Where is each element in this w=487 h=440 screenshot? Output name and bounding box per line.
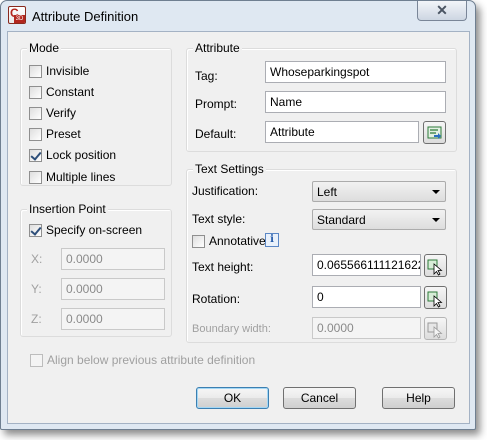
text-style-select[interactable]: Standard [312, 209, 446, 230]
pick-rotation-button[interactable] [424, 286, 447, 309]
close-icon: ✕ [436, 2, 448, 18]
info-icon[interactable]: i [265, 233, 279, 247]
attribute-group-title: Attribute [193, 41, 242, 55]
dialog-body: Mode Invisible Constant Verify Preset Lo… [7, 31, 470, 424]
lock-position-checkbox[interactable]: Lock position [29, 147, 116, 163]
pick-point-icon [427, 322, 443, 339]
tag-input[interactable]: Whoseparkingspot [265, 61, 446, 83]
text-settings-group: Text Settings Justification: Left Text s… [186, 162, 457, 343]
invisible-label: Invisible [46, 64, 90, 78]
cancel-button[interactable]: Cancel [283, 387, 356, 409]
constant-checkbox-box[interactable] [29, 85, 42, 99]
constant-checkbox[interactable]: Constant [29, 84, 94, 100]
multiple-lines-checkbox-box[interactable] [29, 170, 42, 184]
insertion-point-title: Insertion Point [27, 202, 108, 216]
align-below-checkbox[interactable]: Align below previous attribute definitio… [30, 352, 255, 368]
specify-on-screen-checkbox[interactable]: Specify on-screen [29, 222, 142, 238]
preset-checkbox-box[interactable] [29, 127, 42, 141]
app-icon: C 3D [8, 6, 26, 24]
invisible-checkbox-box[interactable] [29, 64, 42, 78]
default-label: Default: [195, 127, 237, 141]
annotative-checkbox[interactable]: Annotative [192, 233, 266, 249]
align-below-checkbox-box[interactable] [30, 353, 43, 367]
verify-label: Verify [46, 106, 77, 120]
insert-field-icon [427, 126, 442, 139]
window-title: Attribute Definition [32, 9, 139, 24]
align-below-label: Align below previous attribute definitio… [47, 353, 256, 367]
pick-text-height-button[interactable] [424, 254, 447, 277]
prompt-input[interactable]: Name [265, 91, 446, 113]
ok-button[interactable]: OK [196, 387, 269, 409]
pick-boundary-width-button[interactable] [424, 317, 447, 340]
attribute-definition-dialog: C 3D Attribute Definition ✕ Mode Invisib… [0, 0, 476, 430]
lock-position-label: Lock position [46, 148, 117, 162]
z-label: Z: [31, 312, 42, 326]
text-height-label: Text height: [192, 260, 254, 274]
annotative-label: Annotative [209, 234, 266, 248]
justification-value: Left [317, 185, 338, 199]
pick-point-icon [427, 259, 443, 276]
rotation-input[interactable]: 0 [312, 286, 421, 308]
preset-label: Preset [46, 127, 81, 141]
y-input[interactable]: 0.0000 [61, 278, 165, 300]
insertion-point-group: Insertion Point Specify on-screen X: 0.0… [20, 202, 172, 337]
insert-field-button[interactable] [423, 121, 446, 144]
text-style-label: Text style: [192, 212, 246, 226]
justification-select[interactable]: Left [312, 181, 446, 202]
mode-group-title: Mode [27, 41, 62, 55]
app-icon-badge: 3D [14, 15, 25, 23]
attribute-group: Attribute Tag: Whoseparkingspot Prompt: … [186, 41, 457, 152]
close-button[interactable]: ✕ [417, 1, 467, 21]
multiple-lines-checkbox[interactable]: Multiple lines [29, 169, 115, 185]
default-input[interactable]: Attribute [265, 121, 419, 143]
z-input[interactable]: 0.0000 [61, 308, 165, 330]
pick-point-icon [427, 291, 443, 308]
text-style-value: Standard [317, 213, 366, 227]
title-bar: C 3D Attribute Definition ✕ [1, 1, 475, 31]
prompt-label: Prompt: [195, 97, 238, 111]
constant-label: Constant [46, 85, 95, 99]
lock-position-checkbox-box[interactable] [29, 148, 42, 162]
tag-label: Tag: [195, 69, 218, 83]
verify-checkbox-box[interactable] [29, 106, 42, 120]
x-label: X: [31, 252, 43, 266]
chevron-down-icon [432, 218, 440, 222]
text-height-input[interactable]: 0.065566111121622 [312, 254, 421, 276]
text-settings-title: Text Settings [193, 162, 266, 176]
y-label: Y: [31, 282, 42, 296]
help-button[interactable]: Help [382, 387, 455, 409]
multiple-lines-label: Multiple lines [46, 170, 116, 184]
specify-on-screen-checkbox-box[interactable] [29, 223, 42, 237]
specify-on-screen-label: Specify on-screen [46, 223, 143, 237]
annotative-checkbox-box[interactable] [192, 234, 205, 248]
rotation-label: Rotation: [192, 292, 241, 306]
chevron-down-icon [432, 190, 440, 194]
justification-label: Justification: [192, 184, 259, 198]
verify-checkbox[interactable]: Verify [29, 105, 76, 121]
preset-checkbox[interactable]: Preset [29, 126, 81, 142]
boundary-width-input[interactable]: 0.0000 [312, 317, 421, 339]
invisible-checkbox[interactable]: Invisible [29, 63, 89, 79]
boundary-width-label: Boundary width: [192, 323, 271, 335]
mode-group: Mode Invisible Constant Verify Preset Lo… [20, 41, 172, 186]
x-input[interactable]: 0.0000 [61, 248, 165, 270]
